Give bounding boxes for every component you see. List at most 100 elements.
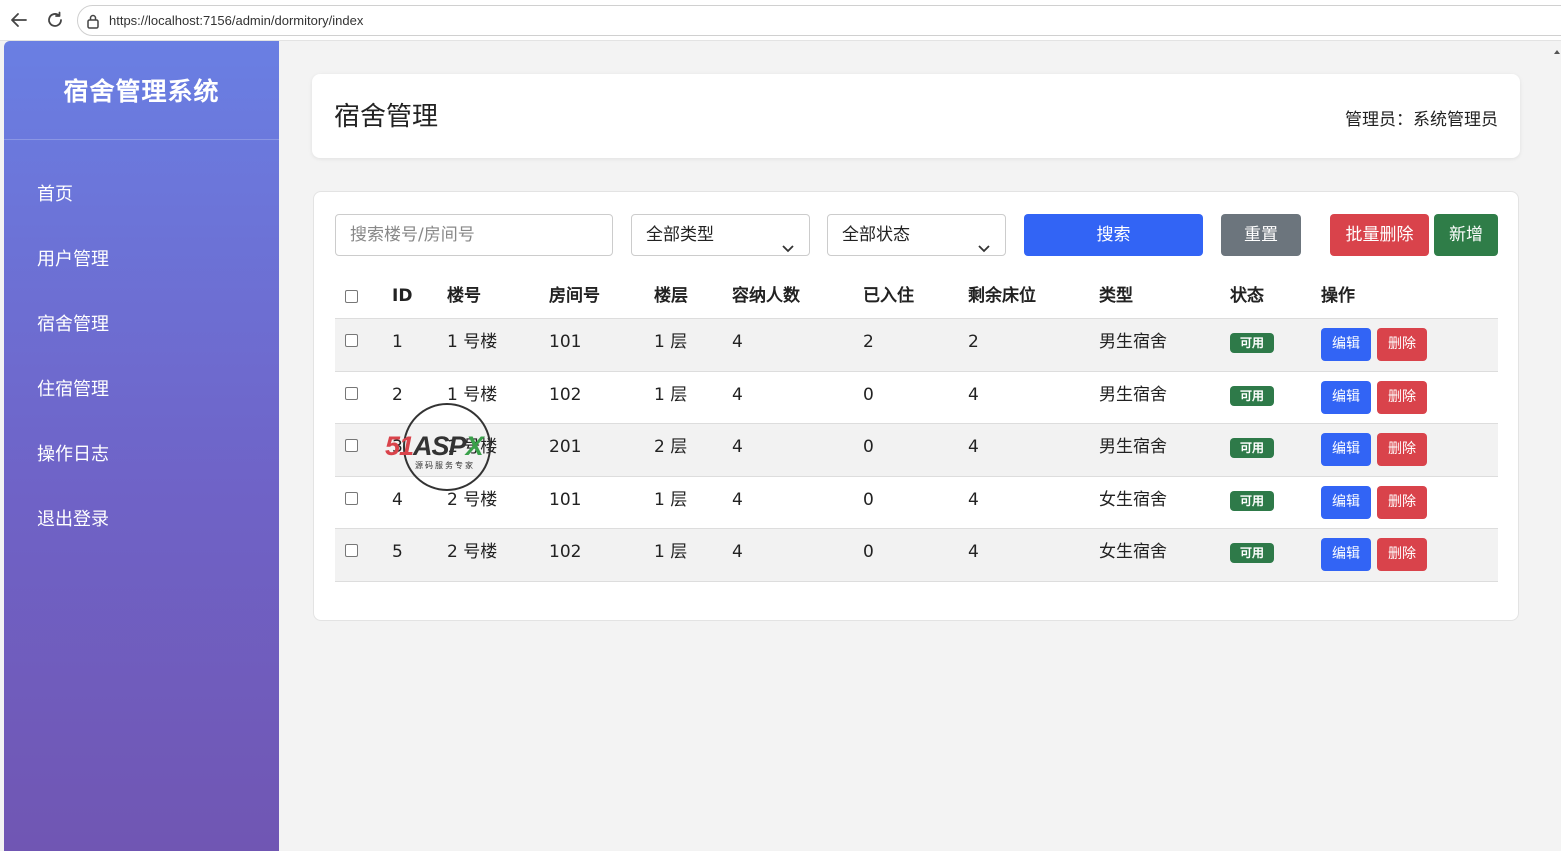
cell-remaining: 4 xyxy=(968,384,979,405)
cell-occupied: 0 xyxy=(863,437,874,457)
sidebar-brand: 宿舍管理系统 xyxy=(4,41,279,140)
cell-occupied: 0 xyxy=(863,542,874,562)
back-arrow-icon[interactable] xyxy=(8,9,30,31)
edit-button[interactable]: 编辑 xyxy=(1321,485,1371,519)
col-occupied: 已入住 xyxy=(863,286,914,306)
select-all-checkbox[interactable] xyxy=(345,290,358,303)
sidebar-item-logs[interactable]: 操作日志 xyxy=(37,440,109,466)
cell-floor: 1 层 xyxy=(654,542,688,562)
row-checkbox[interactable] xyxy=(345,439,358,452)
page-scrollbar[interactable] xyxy=(1553,41,1561,851)
reset-button[interactable]: 重置 xyxy=(1221,214,1301,256)
col-room: 房间号 xyxy=(549,286,600,306)
col-type: 类型 xyxy=(1099,286,1133,306)
delete-button[interactable]: 删除 xyxy=(1377,433,1427,466)
edit-button[interactable]: 编辑 xyxy=(1321,380,1371,414)
sidebar: 宿舍管理系统 首页 用户管理 宿舍管理 住宿管理 操作日志 退出登录 xyxy=(4,41,279,851)
edit-button[interactable]: 编辑 xyxy=(1321,538,1371,571)
cell-building: 1 号楼 xyxy=(447,332,498,352)
cell-remaining: 2 xyxy=(968,332,979,352)
row-checkbox[interactable] xyxy=(345,544,358,557)
chevron-down-icon xyxy=(781,229,795,253)
row-checkbox[interactable] xyxy=(345,386,358,400)
sidebar-item-accommodation[interactable]: 住宿管理 xyxy=(37,375,109,401)
cell-room: 101 xyxy=(549,332,582,352)
dormitory-card: 全部类型 全部状态 搜索 重置 批量删除 新增 ID 楼号 房间号 楼层 容纳人… xyxy=(313,191,1519,621)
cell-building: 2 号楼 xyxy=(447,489,498,510)
cell-room: 102 xyxy=(549,384,582,405)
header-card: 宿舍管理 管理员：系统管理员 xyxy=(312,74,1520,158)
col-floor: 楼层 xyxy=(654,286,688,306)
search-button[interactable]: 搜索 xyxy=(1024,214,1203,256)
cell-occupied: 0 xyxy=(863,384,874,405)
col-id: ID xyxy=(392,286,413,306)
edit-button[interactable]: 编辑 xyxy=(1321,328,1371,361)
status-badge: 可用 xyxy=(1230,385,1274,406)
type-select[interactable]: 全部类型 xyxy=(631,214,810,256)
cell-building: 1 号楼 xyxy=(447,437,498,457)
cell-capacity: 4 xyxy=(732,437,743,457)
sidebar-item-logout[interactable]: 退出登录 xyxy=(37,505,109,531)
table-row: 3 1 号楼 201 2 层 4 0 4 男生宿舍 可用 编辑 删除 xyxy=(335,424,1498,477)
lock-icon[interactable] xyxy=(86,13,100,29)
table-row: 5 2 号楼 102 1 层 4 0 4 女生宿舍 可用 编辑 删除 xyxy=(335,529,1498,582)
delete-button[interactable]: 删除 xyxy=(1377,380,1427,414)
cell-capacity: 4 xyxy=(732,542,743,562)
chevron-down-icon xyxy=(977,229,991,253)
cell-occupied: 2 xyxy=(863,332,874,352)
status-select[interactable]: 全部状态 xyxy=(827,214,1006,256)
type-select-value: 全部类型 xyxy=(646,225,714,245)
cell-id: 5 xyxy=(392,542,403,562)
sidebar-item-users[interactable]: 用户管理 xyxy=(37,245,109,271)
page-title: 宿舍管理 xyxy=(334,102,439,132)
cell-remaining: 4 xyxy=(968,437,979,457)
scroll-up-icon[interactable] xyxy=(1553,43,1561,54)
table-header: ID 楼号 房间号 楼层 容纳人数 已入住 剩余床位 类型 状态 操作 xyxy=(335,274,1498,319)
cell-building: 1 号楼 xyxy=(447,384,498,405)
cell-id: 1 xyxy=(392,332,403,352)
cell-id: 2 xyxy=(392,384,403,405)
cell-capacity: 4 xyxy=(732,384,743,405)
cell-occupied: 0 xyxy=(863,489,874,510)
delete-button[interactable]: 删除 xyxy=(1377,538,1427,571)
table-row: 4 2 号楼 101 1 层 4 0 4 女生宿舍 可用 编辑 删除 xyxy=(335,477,1498,529)
reload-icon[interactable] xyxy=(44,9,66,31)
cell-room: 102 xyxy=(549,542,582,562)
admin-info: 管理员：系统管理员 xyxy=(1345,110,1498,130)
url-text: https://localhost:7156/admin/dormitory/i… xyxy=(109,13,364,28)
col-status: 状态 xyxy=(1230,286,1264,306)
cell-floor: 1 层 xyxy=(654,489,688,510)
sidebar-item-home[interactable]: 首页 xyxy=(37,180,73,206)
cell-type: 男生宿舍 xyxy=(1099,384,1167,405)
status-select-value: 全部状态 xyxy=(842,225,910,245)
status-badge: 可用 xyxy=(1230,438,1274,458)
cell-floor: 1 层 xyxy=(654,384,688,405)
cell-remaining: 4 xyxy=(968,542,979,562)
sidebar-item-dormitory[interactable]: 宿舍管理 xyxy=(37,310,109,336)
cell-id: 3 xyxy=(392,437,403,457)
cell-type: 女生宿舍 xyxy=(1099,489,1167,510)
delete-button[interactable]: 删除 xyxy=(1377,328,1427,361)
cell-floor: 1 层 xyxy=(654,332,688,352)
cell-type: 男生宿舍 xyxy=(1099,332,1167,352)
status-badge: 可用 xyxy=(1230,333,1274,353)
table-row: 1 1 号楼 101 1 层 4 2 2 男生宿舍 可用 编辑 删除 xyxy=(335,319,1498,372)
col-building: 楼号 xyxy=(447,286,481,306)
row-checkbox[interactable] xyxy=(345,334,358,347)
address-bar[interactable]: https://localhost:7156/admin/dormitory/i… xyxy=(77,5,1561,36)
cell-capacity: 4 xyxy=(732,489,743,510)
cell-remaining: 4 xyxy=(968,489,979,510)
dormitory-table: ID 楼号 房间号 楼层 容纳人数 已入住 剩余床位 类型 状态 操作 1 1 … xyxy=(335,274,1498,582)
delete-button[interactable]: 删除 xyxy=(1377,485,1427,519)
col-actions: 操作 xyxy=(1321,286,1355,306)
add-button[interactable]: 新增 xyxy=(1434,214,1498,256)
cell-building: 2 号楼 xyxy=(447,542,498,562)
search-input[interactable] xyxy=(335,214,613,256)
browser-toolbar: https://localhost:7156/admin/dormitory/i… xyxy=(0,0,1561,41)
row-checkbox[interactable] xyxy=(345,491,358,505)
col-capacity: 容纳人数 xyxy=(732,286,800,306)
status-badge: 可用 xyxy=(1230,490,1274,511)
cell-room: 201 xyxy=(549,437,582,457)
batch-delete-button[interactable]: 批量删除 xyxy=(1330,214,1429,256)
edit-button[interactable]: 编辑 xyxy=(1321,433,1371,466)
